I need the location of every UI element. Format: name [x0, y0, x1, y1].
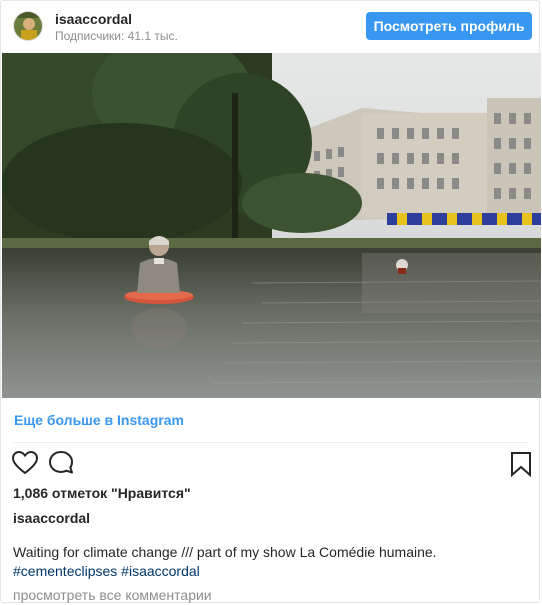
- post-header: isaaccordal Подписчики: 41.1 тыс. Посмот…: [1, 1, 541, 52]
- header-username[interactable]: isaaccordal: [55, 11, 132, 27]
- caption-text: Waiting for climate change /// part of m…: [13, 544, 437, 560]
- fence-scene: [387, 213, 541, 225]
- hashtags: #cementeclipses #isaaccordal: [13, 563, 200, 579]
- post-photo[interactable]: [2, 53, 541, 398]
- embed-card: isaaccordal Подписчики: 41.1 тыс. Посмот…: [0, 0, 541, 603]
- comment-icon[interactable]: [47, 449, 75, 477]
- bookmark-icon[interactable]: [509, 451, 533, 478]
- view-all-comments-link[interactable]: просмотреть все комментарии: [13, 587, 212, 603]
- caption-username[interactable]: isaaccordal: [13, 510, 90, 526]
- more-on-instagram-link[interactable]: Еще больше в Instagram: [14, 412, 184, 428]
- divider: [13, 442, 529, 443]
- likes-count[interactable]: 1,086 отметок "Нравится": [13, 485, 191, 501]
- hashtag-link[interactable]: #cementeclipses: [13, 563, 117, 579]
- view-profile-button[interactable]: Посмотреть профиль: [366, 12, 532, 40]
- hashtag-link[interactable]: #isaaccordal: [121, 563, 200, 579]
- followers-count: Подписчики: 41.1 тыс.: [55, 29, 178, 43]
- heart-icon[interactable]: [11, 449, 39, 477]
- avatar[interactable]: [13, 11, 43, 41]
